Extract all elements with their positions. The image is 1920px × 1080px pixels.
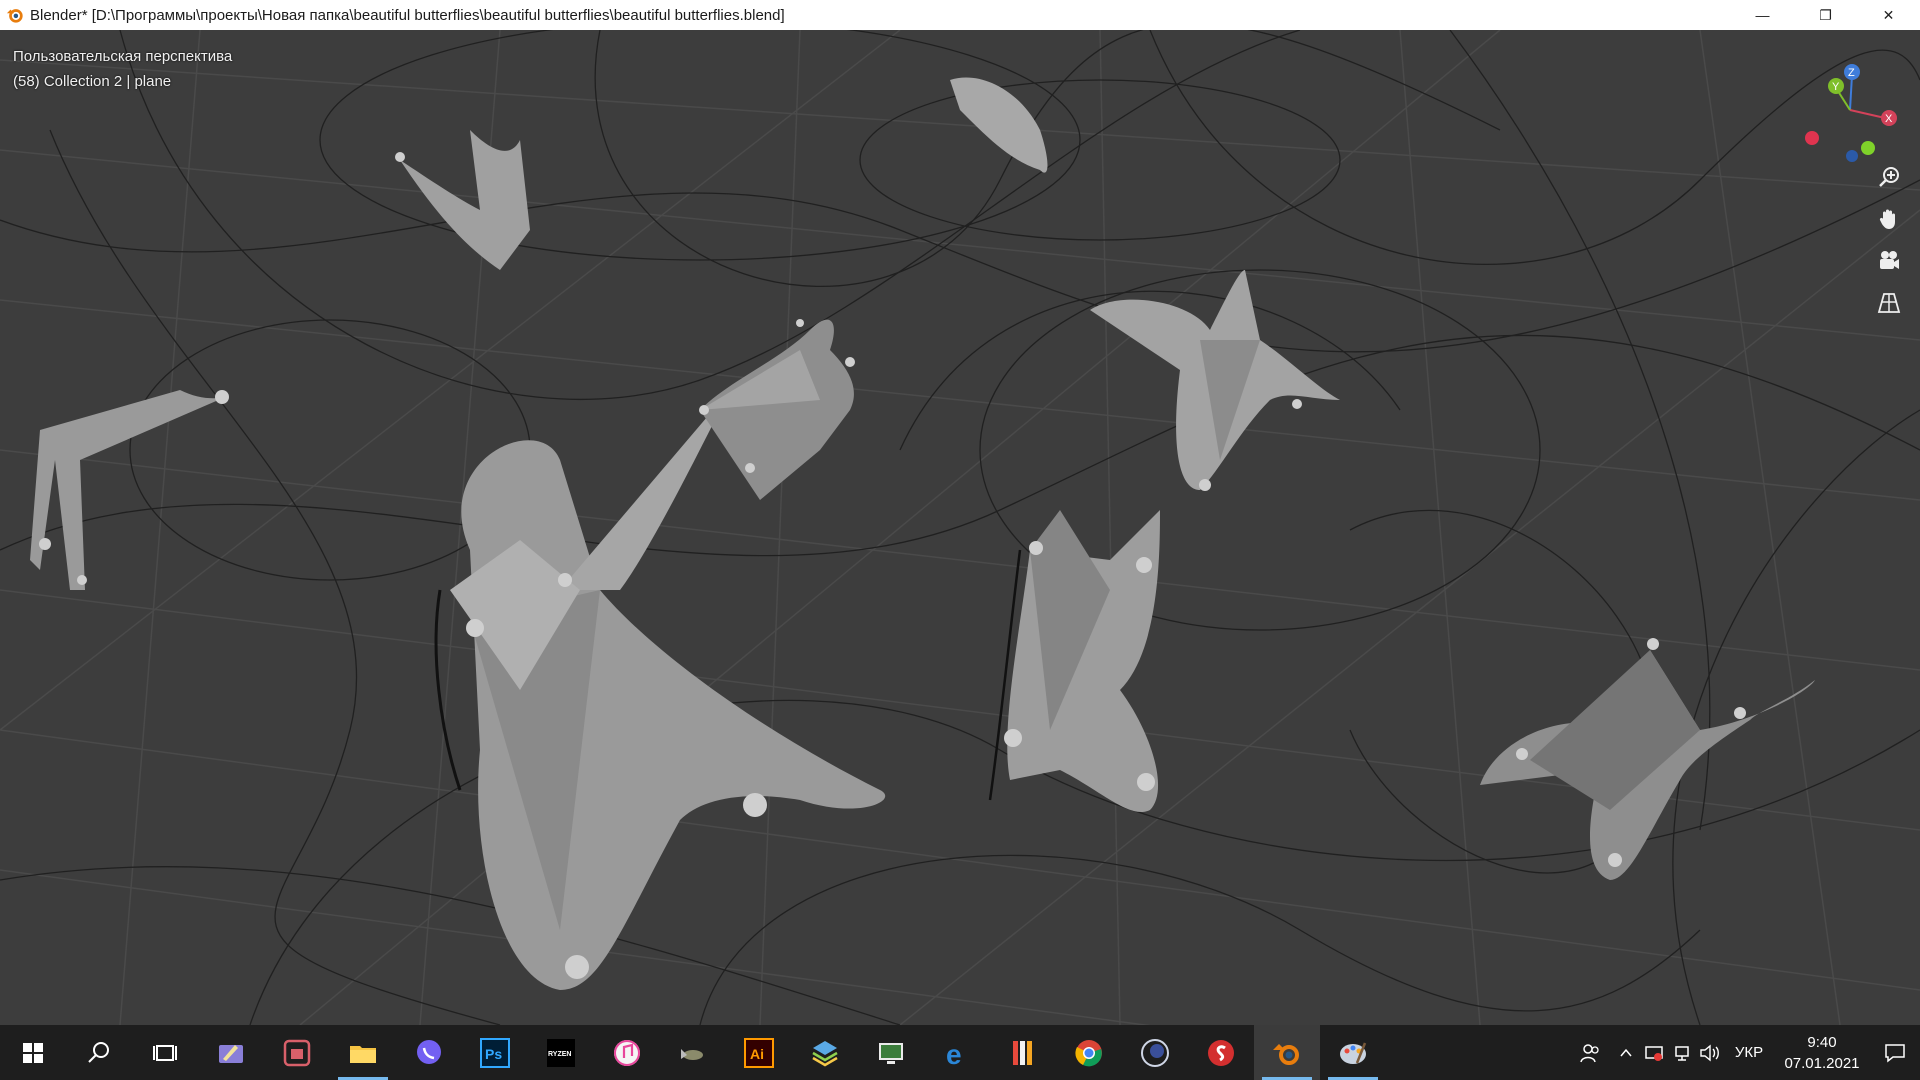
taskbar-chrome[interactable] [1056,1025,1122,1080]
svg-text:X: X [1885,113,1893,125]
taskbar-viber[interactable] [396,1025,462,1080]
taskbar-edge[interactable]: e [924,1025,990,1080]
task-view-icon [153,1044,177,1061]
3d-viewport[interactable]: Пользовательская перспектива (58) Collec… [0,30,1920,1025]
system-tray: УКР 9:40 07.01.2021 [1568,1025,1920,1080]
butterfly-large[interactable] [434,390,886,991]
hand-pan-icon[interactable] [1872,202,1906,236]
neg-y-axis-icon[interactable] [1861,141,1875,155]
viber-icon [417,1039,441,1064]
navigation-tools [1872,160,1908,328]
zoom-icon[interactable] [1872,160,1906,194]
search-icon [88,1041,109,1063]
security-icon[interactable] [1640,1025,1668,1080]
layers-icon [812,1040,838,1066]
windows-icon [23,1042,43,1063]
chevron-up-icon[interactable] [1612,1025,1640,1080]
music-icon [614,1039,640,1066]
camera-icon[interactable] [1872,244,1906,278]
navigation-gizmo[interactable]: Z X Y [1800,50,1900,170]
volume-icon[interactable] [1696,1025,1724,1080]
butterfly-top-left[interactable] [395,130,530,270]
butterfly-upper-right[interactable] [1090,270,1340,491]
cinema4d-icon [1141,1038,1169,1067]
fish-app-icon [681,1048,703,1060]
taskbar-app-5[interactable] [990,1025,1056,1080]
edge-icon: e [946,1039,962,1069]
folder-icon [350,1045,376,1063]
viewport-scene [0,30,1920,1025]
svg-text:e: e [946,1039,962,1069]
illustrator-icon: Ai [744,1037,774,1068]
pencils-icon [1013,1040,1032,1065]
start-button[interactable] [0,1025,66,1080]
svg-text:Y: Y [1832,81,1840,93]
ryzen-icon: RYZEN [547,1038,575,1067]
svg-text:RYZEN: RYZEN [548,1051,571,1058]
restore-button[interactable]: ❐ [1794,0,1857,30]
butterfly-center-right[interactable] [988,510,1160,812]
butterfly-lower-right[interactable] [1480,638,1815,880]
taskbar-app-1[interactable] [198,1025,264,1080]
task-view-button[interactable] [132,1025,198,1080]
taskbar-blender[interactable] [1254,1025,1320,1080]
taskbar-illustrator[interactable]: Ai [726,1025,792,1080]
title-bar: Blender* [D:\Программы\проекты\Новая пап… [0,0,1920,30]
grid-perspective-icon[interactable] [1872,286,1906,320]
svg-text:Ai: Ai [750,1046,764,1062]
robot-app-icon [283,1039,311,1066]
people-icon[interactable] [1568,1025,1612,1080]
svg-text:Ps: Ps [485,1046,502,1062]
network-icon[interactable] [1668,1025,1696,1080]
notification-icon[interactable] [1870,1025,1920,1080]
taskbar-app-2[interactable] [264,1025,330,1080]
monitor-app-icon [879,1042,903,1064]
blender-logo-icon [6,9,23,23]
viewport-info: Пользовательская перспектива (58) Collec… [13,44,232,94]
chrome-icon [1075,1039,1102,1066]
neg-z-axis-icon[interactable] [1846,150,1858,162]
neg-x-axis-icon[interactable] [1805,131,1819,145]
butterfly-left[interactable] [30,390,230,590]
taskbar-layers-app[interactable] [792,1025,858,1080]
close-button[interactable]: ✕ [1857,0,1920,30]
paint-palette-icon [1340,1042,1367,1064]
pen-tablet-icon [219,1044,243,1063]
clock[interactable]: 9:40 07.01.2021 [1774,1032,1870,1074]
taskbar-app-7[interactable] [1320,1025,1386,1080]
object-info: (58) Collection 2 | plane [13,73,172,90]
search-button[interactable] [66,1025,132,1080]
svg-text:Z: Z [1848,67,1855,79]
window-title: Blender* [D:\Программы\проекты\Новая пап… [30,6,785,24]
language-indicator[interactable]: УКР [1724,1044,1774,1061]
taskbar-file-explorer[interactable] [330,1025,396,1080]
clock-date: 07.01.2021 [1784,1054,1860,1072]
taskbar-app-3[interactable] [660,1025,726,1080]
taskbar-app-4[interactable] [858,1025,924,1080]
taskbar-app-6[interactable] [1188,1025,1254,1080]
substance-icon [1208,1039,1234,1066]
photoshop-icon: Ps [480,1037,510,1068]
taskbar-itunes[interactable] [594,1025,660,1080]
blender-icon [1273,1043,1299,1065]
view-name: Пользовательская перспектива [13,48,233,65]
clock-time: 9:40 [1807,1033,1837,1051]
taskbar: Ps RYZEN Ai e УКР 9:40 07.01.2021 [0,1025,1920,1080]
minimize-button[interactable]: — [1731,0,1794,30]
taskbar-cinema4d[interactable] [1122,1025,1188,1080]
taskbar-photoshop[interactable]: Ps [462,1025,528,1080]
taskbar-ryzen-master[interactable]: RYZEN [528,1025,594,1080]
window-controls: — ❐ ✕ [1731,0,1920,30]
